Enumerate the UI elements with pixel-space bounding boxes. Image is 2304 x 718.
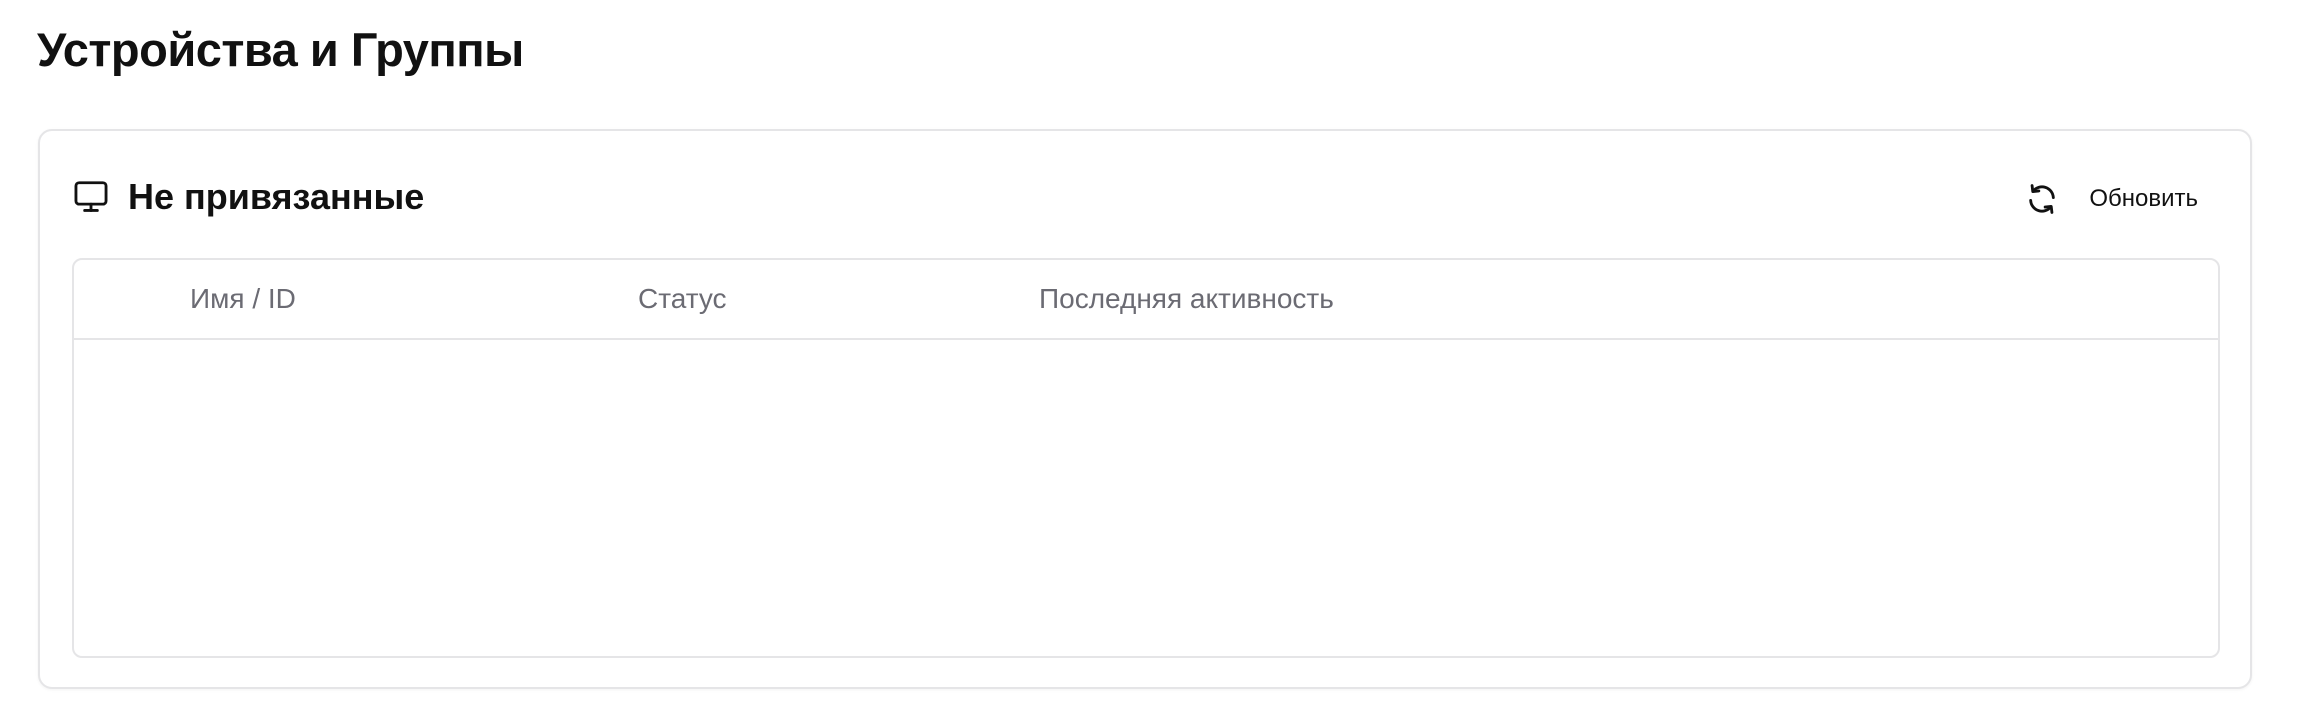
refresh-button-label: Обновить <box>2089 185 2198 212</box>
table-body <box>74 340 2218 656</box>
page-title: Устройства и Группы <box>37 23 524 76</box>
column-header-name-id[interactable]: Имя / ID <box>190 260 296 338</box>
column-header-status[interactable]: Статус <box>638 260 727 338</box>
card-header: Не привязанные <box>72 173 424 221</box>
card-title: Не привязанные <box>128 176 425 217</box>
refresh-icon <box>2025 182 2059 216</box>
monitor-icon <box>72 178 110 216</box>
table-header: Имя / ID Статус Последняя активность <box>74 260 2218 340</box>
column-header-last-activity[interactable]: Последняя активность <box>1039 260 1334 338</box>
unbound-devices-card: Не привязанные Обновить Имя / ID Статус … <box>38 129 2252 689</box>
refresh-button[interactable]: Обновить <box>2025 179 2198 219</box>
devices-table: Имя / ID Статус Последняя активность <box>72 258 2220 658</box>
